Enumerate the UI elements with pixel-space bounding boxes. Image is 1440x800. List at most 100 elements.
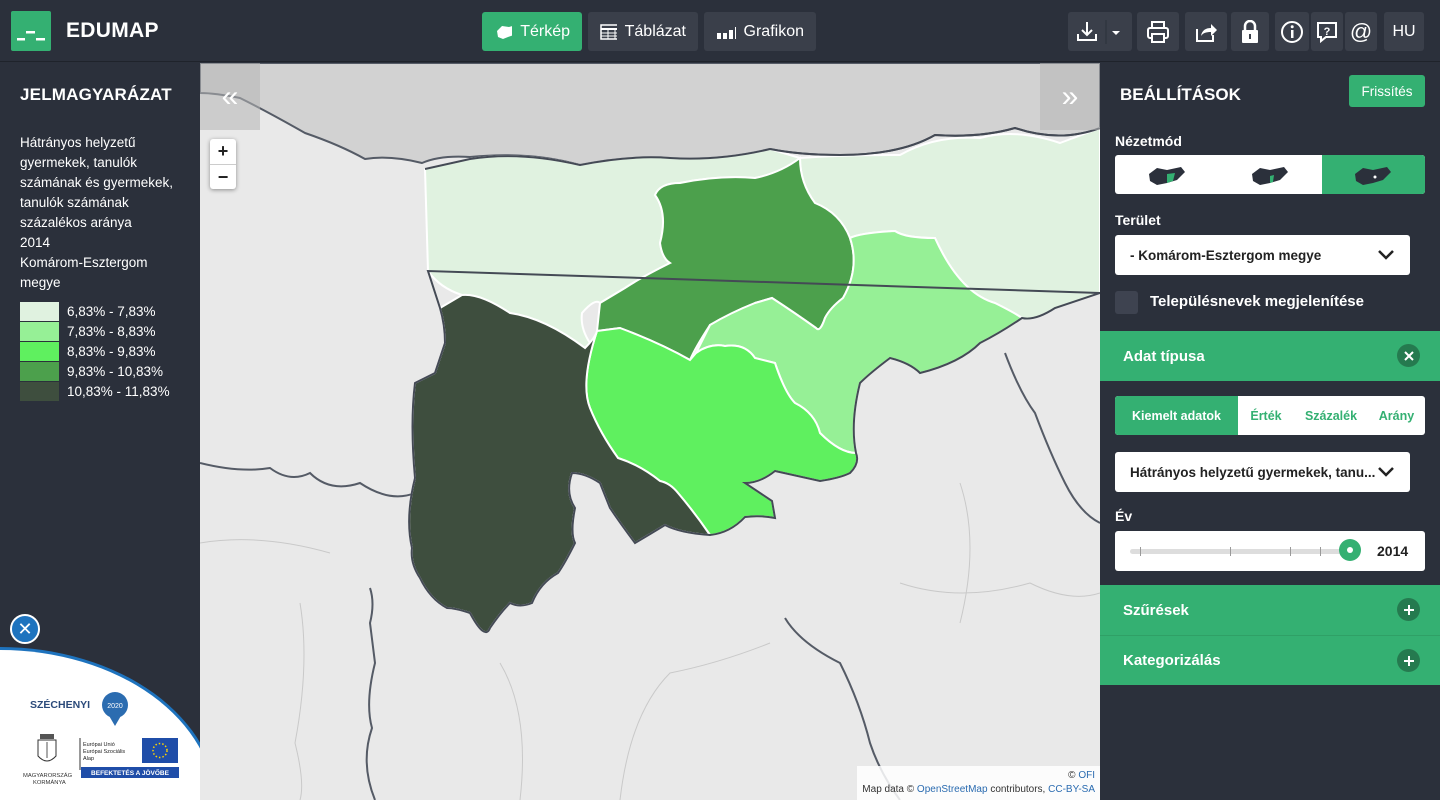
tab-highlighted-data[interactable]: Kiemelt adatok bbox=[1115, 396, 1238, 435]
gov-line1: MAGYARORSZÁG bbox=[23, 772, 73, 779]
settings-title: BEÁLLÍTÁSOK bbox=[1120, 85, 1241, 104]
szechenyi-text: SZÉCHENYI bbox=[30, 698, 90, 711]
zoom-in-button[interactable]: + bbox=[210, 139, 236, 164]
plus-icon bbox=[1397, 598, 1420, 621]
legend-swatch bbox=[20, 321, 59, 341]
license-link[interactable]: CC-BY-SA bbox=[1048, 784, 1095, 795]
datatype-section-header[interactable]: Adat típusa bbox=[1100, 331, 1440, 381]
year-slider[interactable]: 2014 bbox=[1115, 531, 1425, 571]
at-sign-icon: @ bbox=[1350, 20, 1372, 44]
tab-table[interactable]: Táblázat bbox=[588, 12, 698, 51]
coat-of-arms-icon bbox=[37, 734, 57, 762]
map-attribution: © OFI Map data © OpenStreetMap contribut… bbox=[857, 766, 1100, 800]
legend-item: 10,83% - 11,83% bbox=[20, 381, 170, 401]
help-button[interactable]: ? bbox=[1311, 12, 1343, 51]
refresh-button[interactable]: Frissítés bbox=[1349, 75, 1425, 107]
legend-swatch bbox=[20, 301, 59, 321]
zoom-out-button[interactable]: − bbox=[210, 164, 236, 189]
datatype-tabs: Kiemelt adatok Érték Százalék Arány bbox=[1115, 396, 1425, 435]
sponsor-slogan: BEFEKTETÉS A JÖVŐBE bbox=[91, 768, 170, 777]
legend-item: 8,83% - 9,83% bbox=[20, 341, 170, 361]
info-button[interactable] bbox=[1275, 12, 1309, 51]
viewmode-selector bbox=[1115, 155, 1425, 194]
ofi-link[interactable]: OFI bbox=[1078, 770, 1095, 781]
brand-name: EDUMAP bbox=[66, 19, 159, 42]
table-icon bbox=[600, 23, 617, 40]
settings-panel: BEÁLLÍTÁSOK Frissítés Nézetmód Terület -… bbox=[1100, 63, 1440, 800]
hungary-district-icon bbox=[1251, 166, 1288, 185]
lock-icon bbox=[1242, 19, 1258, 43]
share-icon bbox=[1196, 23, 1217, 42]
svg-text:@: @ bbox=[1350, 20, 1372, 44]
legend-item: 7,83% - 8,83% bbox=[20, 321, 170, 341]
plus-icon bbox=[1397, 649, 1420, 672]
close-icon: ✕ bbox=[17, 618, 33, 639]
viewmode-region[interactable] bbox=[1218, 155, 1321, 194]
contact-button[interactable]: @ bbox=[1345, 12, 1377, 51]
tab-percent[interactable]: Százalék bbox=[1294, 396, 1368, 435]
pan-right-button[interactable]: » bbox=[1040, 63, 1100, 130]
area-label: Terület bbox=[1115, 212, 1161, 228]
close-icon bbox=[1397, 344, 1420, 367]
eu-line1: Európai Unió bbox=[83, 742, 115, 748]
lock-button[interactable] bbox=[1231, 12, 1269, 51]
hungary-county-icon bbox=[1148, 166, 1185, 185]
map-icon bbox=[497, 25, 513, 39]
slider-track[interactable] bbox=[1130, 547, 1350, 556]
szechenyi-year: 2020 bbox=[107, 703, 123, 710]
eu-flag-icon bbox=[142, 738, 178, 763]
double-chevron-right-icon: » bbox=[1061, 79, 1079, 113]
tab-map[interactable]: Térkép bbox=[482, 12, 582, 51]
area-select[interactable]: - Komárom-Esztergom megye bbox=[1115, 235, 1410, 275]
gov-line2: KORMÁNYA bbox=[33, 779, 66, 786]
legend-item: 6,83% - 7,83% bbox=[20, 301, 170, 321]
tab-chart[interactable]: Grafikon bbox=[704, 12, 816, 51]
plus-icon: + bbox=[217, 141, 229, 161]
year-label: Év bbox=[1115, 508, 1133, 524]
year-value: 2014 bbox=[1377, 543, 1409, 559]
categorize-section-header[interactable]: Kategorizálás bbox=[1100, 635, 1440, 685]
bar-chart-icon bbox=[717, 26, 736, 39]
filters-section-header[interactable]: Szűrések bbox=[1100, 585, 1440, 635]
close-sponsor-button[interactable]: ✕ bbox=[10, 614, 40, 644]
viewmode-label: Nézetmód bbox=[1115, 133, 1182, 149]
tab-value[interactable]: Érték bbox=[1238, 396, 1294, 435]
help-icon: ? bbox=[1317, 21, 1337, 43]
viewmode-settlement[interactable] bbox=[1321, 155, 1425, 194]
edumap-logo[interactable] bbox=[11, 11, 51, 51]
map-canvas[interactable]: « » + − © OFI Map data © OpenStreetMap c… bbox=[200, 63, 1100, 800]
hungary-settlement-icon bbox=[1355, 166, 1392, 185]
legend-swatch bbox=[20, 361, 59, 381]
view-tabs: Térkép Táblázat Grafikon bbox=[482, 12, 816, 51]
language-button[interactable]: HU bbox=[1384, 12, 1424, 51]
legend-description: Hátrányos helyzetű gyermekek, tanulók sz… bbox=[20, 135, 174, 290]
zoom-control: + − bbox=[210, 139, 236, 189]
logo-icon bbox=[17, 31, 45, 41]
minus-icon: − bbox=[217, 166, 229, 187]
download-button[interactable] bbox=[1068, 12, 1132, 51]
chevron-down-icon bbox=[1378, 467, 1394, 477]
chevron-down-icon bbox=[1378, 250, 1394, 260]
viewmode-country[interactable] bbox=[1115, 155, 1218, 194]
print-icon bbox=[1147, 20, 1169, 43]
slider-handle[interactable] bbox=[1339, 539, 1361, 561]
osm-link[interactable]: OpenStreetMap bbox=[917, 784, 988, 795]
download-icon bbox=[1077, 19, 1120, 44]
show-names-checkbox[interactable] bbox=[1115, 291, 1138, 314]
eu-line3: Alap bbox=[83, 756, 94, 762]
share-button[interactable] bbox=[1185, 12, 1227, 51]
tab-ratio[interactable]: Arány bbox=[1368, 396, 1425, 435]
legend-list: 6,83% - 7,83% 7,83% - 8,83% 8,83% - 9,83… bbox=[20, 301, 170, 401]
top-bar: EDUMAP Térkép Táblázat Grafikon ? @ HU bbox=[0, 0, 1440, 62]
show-names-label: Településnevek megjelenítése bbox=[1150, 293, 1364, 310]
double-chevron-left-icon: « bbox=[221, 79, 239, 113]
pan-left-button[interactable]: « bbox=[200, 63, 260, 130]
legend-item: 9,83% - 10,83% bbox=[20, 361, 170, 381]
info-icon bbox=[1281, 20, 1303, 43]
svg-text:?: ? bbox=[1324, 26, 1331, 38]
print-button[interactable] bbox=[1137, 12, 1179, 51]
indicator-select[interactable]: Hátrányos helyzetű gyermekek, tanu... bbox=[1115, 452, 1410, 492]
eu-line2: Európai Szociális bbox=[83, 749, 125, 755]
legend-swatch bbox=[20, 341, 59, 361]
legend-swatch bbox=[20, 381, 59, 401]
